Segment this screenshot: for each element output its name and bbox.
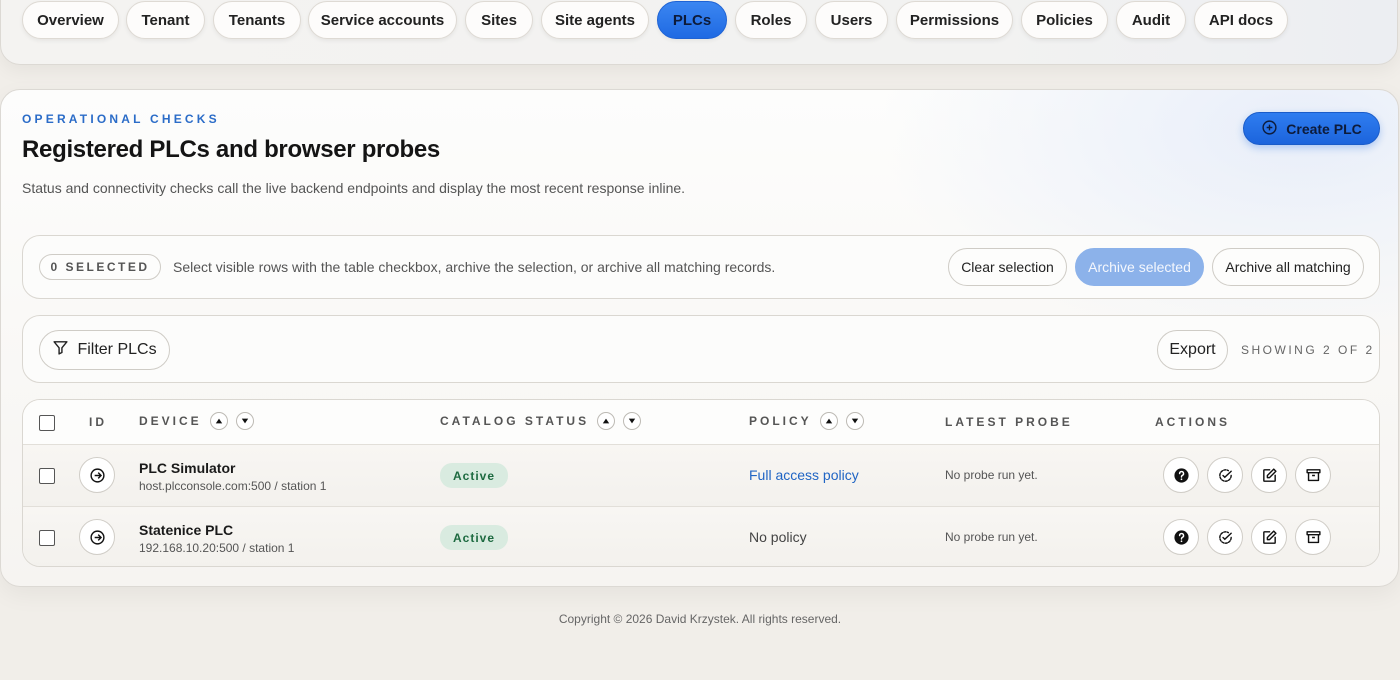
check-circle-icon bbox=[1218, 530, 1232, 544]
main-panel: OPERATIONAL CHECKS Registered PLCs and b… bbox=[0, 89, 1399, 587]
run-probe-button[interactable] bbox=[1207, 457, 1243, 493]
column-latest-probe: LATEST PROBE bbox=[945, 415, 1073, 429]
device-address: 192.168.10.20:500 / station 1 bbox=[139, 541, 295, 555]
table-row: PLC Simulator host.plcconsole.com:500 / … bbox=[23, 445, 1379, 506]
tab-sites[interactable]: Sites bbox=[465, 1, 533, 39]
table-header: ID DEVICE CATALOG STATUS POLICY LATEST P… bbox=[23, 400, 1379, 445]
sort-desc-icon[interactable] bbox=[845, 412, 864, 430]
archive-icon bbox=[1305, 468, 1321, 481]
tab-tenant[interactable]: Tenant bbox=[126, 1, 205, 39]
tab-policies[interactable]: Policies bbox=[1021, 1, 1108, 39]
top-navbar: Overview Tenant Tenants Service accounts… bbox=[0, 0, 1398, 65]
row-checkbox[interactable] bbox=[39, 468, 55, 484]
archive-button[interactable] bbox=[1295, 457, 1331, 493]
policy-text: No policy bbox=[749, 529, 807, 545]
create-plc-label: Create PLC bbox=[1286, 120, 1362, 137]
edit-button[interactable] bbox=[1251, 519, 1287, 555]
plus-circle-icon bbox=[1261, 119, 1278, 139]
footer-copyright: Copyright © 2026 David Krzystek. All rig… bbox=[558, 612, 842, 626]
status-badge: Active bbox=[440, 525, 508, 550]
help-button[interactable] bbox=[1163, 519, 1199, 555]
sort-asc-icon[interactable] bbox=[819, 412, 838, 430]
sort-desc-icon[interactable] bbox=[235, 412, 254, 430]
open-row-button[interactable] bbox=[79, 519, 115, 555]
status-badge: Active bbox=[440, 463, 508, 488]
section-eyebrow: OPERATIONAL CHECKS bbox=[22, 112, 220, 126]
showing-count: SHOWING 2 OF 2 bbox=[1241, 343, 1375, 357]
latest-probe-text: No probe run yet. bbox=[945, 530, 1038, 544]
tab-api-docs[interactable]: API docs bbox=[1194, 1, 1288, 39]
tab-site-agents[interactable]: Site agents bbox=[541, 1, 649, 39]
edit-icon bbox=[1262, 467, 1277, 482]
device-name: PLC Simulator bbox=[139, 460, 236, 476]
arrow-right-circle-icon bbox=[89, 529, 105, 545]
help-icon bbox=[1173, 467, 1189, 483]
sort-asc-icon[interactable] bbox=[209, 412, 228, 430]
column-policy: POLICY bbox=[749, 412, 864, 430]
filter-plcs-button[interactable]: Filter PLCs bbox=[39, 330, 170, 370]
latest-probe-text: No probe run yet. bbox=[945, 468, 1038, 482]
page-description: Status and connectivity checks call the … bbox=[22, 180, 686, 196]
tab-audit[interactable]: Audit bbox=[1116, 1, 1186, 39]
archive-icon bbox=[1305, 530, 1321, 543]
archive-all-matching-button[interactable]: Archive all matching bbox=[1212, 248, 1364, 286]
column-device: DEVICE bbox=[139, 412, 254, 430]
column-actions: ACTIONS bbox=[1155, 415, 1230, 429]
clear-selection-button[interactable]: Clear selection bbox=[948, 248, 1067, 286]
run-probe-button[interactable] bbox=[1207, 519, 1243, 555]
device-address: host.plcconsole.com:500 / station 1 bbox=[139, 479, 327, 493]
tab-permissions[interactable]: Permissions bbox=[896, 1, 1013, 39]
archive-button[interactable] bbox=[1295, 519, 1331, 555]
help-button[interactable] bbox=[1163, 457, 1199, 493]
archive-selected-button[interactable]: Archive selected bbox=[1075, 248, 1204, 286]
tab-users[interactable]: Users bbox=[815, 1, 888, 39]
plc-table: ID DEVICE CATALOG STATUS POLICY LATEST P… bbox=[22, 399, 1380, 567]
device-name: Statenice PLC bbox=[139, 522, 234, 538]
select-all-checkbox[interactable] bbox=[39, 415, 55, 431]
create-plc-button[interactable]: Create PLC bbox=[1243, 112, 1380, 145]
filter-plcs-label: Filter PLCs bbox=[77, 341, 157, 358]
row-checkbox[interactable] bbox=[39, 530, 55, 546]
arrow-right-circle-icon bbox=[89, 467, 105, 483]
tab-service-accounts[interactable]: Service accounts bbox=[308, 1, 457, 39]
filter-toolbar: Filter PLCs Export SHOWING 2 OF 2 bbox=[22, 315, 1380, 383]
page-title: Registered PLCs and browser probes bbox=[22, 136, 440, 163]
column-catalog-status: CATALOG STATUS bbox=[440, 412, 642, 430]
tab-overview[interactable]: Overview bbox=[22, 1, 119, 39]
sort-desc-icon[interactable] bbox=[623, 412, 642, 430]
edit-icon bbox=[1262, 529, 1277, 544]
help-icon bbox=[1173, 529, 1189, 545]
table-row: Statenice PLC 192.168.10.20:500 / statio… bbox=[23, 506, 1379, 566]
export-button[interactable]: Export bbox=[1157, 330, 1228, 370]
policy-link[interactable]: Full access policy bbox=[749, 467, 859, 483]
filter-icon bbox=[52, 339, 69, 361]
column-id: ID bbox=[89, 415, 107, 429]
selection-help-text: Select visible rows with the table check… bbox=[173, 259, 776, 275]
open-row-button[interactable] bbox=[79, 457, 115, 493]
edit-button[interactable] bbox=[1251, 457, 1287, 493]
tab-tenants[interactable]: Tenants bbox=[213, 1, 301, 39]
tab-roles[interactable]: Roles bbox=[735, 1, 807, 39]
selected-count-badge: 0 SELECTED bbox=[39, 254, 161, 280]
sort-asc-icon[interactable] bbox=[597, 412, 616, 430]
selection-bar: 0 SELECTED Select visible rows with the … bbox=[22, 235, 1380, 299]
tab-plcs[interactable]: PLCs bbox=[657, 1, 727, 39]
check-circle-icon bbox=[1218, 468, 1232, 482]
